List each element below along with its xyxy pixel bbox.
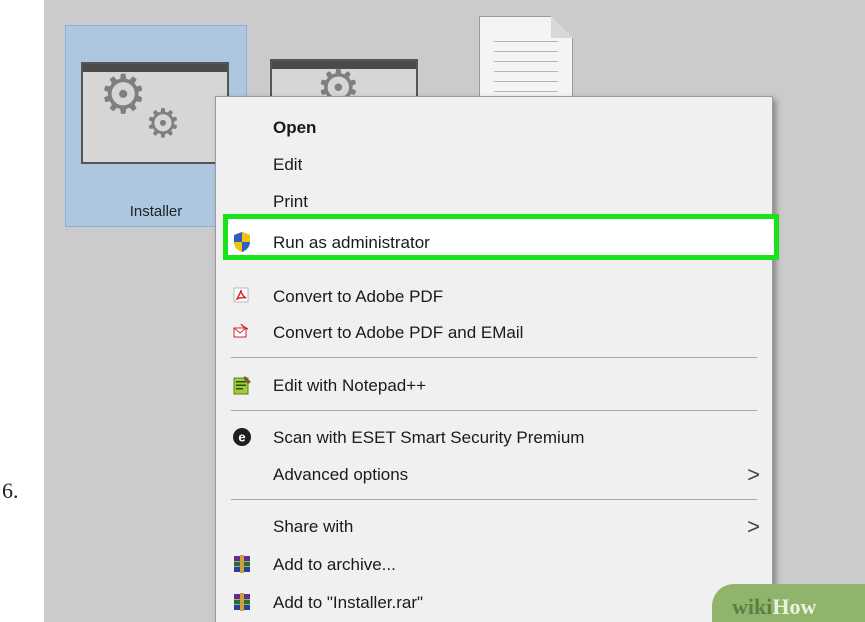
menu-item-advanced-options[interactable]: Advanced options > bbox=[216, 458, 772, 492]
menu-item-label: Open bbox=[273, 118, 317, 137]
menu-item-label: Share with bbox=[273, 517, 354, 536]
adobe-pdf-email-icon bbox=[232, 322, 252, 342]
document-icon[interactable] bbox=[479, 16, 573, 102]
menu-item-label: Print bbox=[273, 192, 308, 211]
menu-item-label: Add to "Installer.rar" bbox=[273, 593, 424, 612]
gear-icon: ⚙ bbox=[99, 65, 148, 125]
menu-item-convert-to-adobe-pdf[interactable]: Convert to Adobe PDF bbox=[216, 280, 772, 314]
menu-item-label: Run as administrator bbox=[273, 233, 430, 252]
watermark-wiki: wiki bbox=[732, 594, 773, 619]
menu-item-label: Edit with Notepad++ bbox=[273, 376, 427, 395]
menu-item-open[interactable]: Open bbox=[216, 111, 772, 145]
winrar-icon bbox=[232, 554, 252, 574]
menu-separator bbox=[231, 499, 757, 500]
menu-item-label: Scan with ESET Smart Security Premium bbox=[273, 428, 585, 447]
svg-text:e: e bbox=[238, 430, 245, 445]
eset-icon: e bbox=[232, 427, 252, 447]
menu-item-label: Advanced options bbox=[273, 465, 409, 484]
menu-item-label: Convert to Adobe PDF and EMail bbox=[273, 323, 524, 342]
menu-separator bbox=[231, 357, 757, 358]
chevron-right-icon: > bbox=[747, 514, 760, 539]
menu-item-label: Edit bbox=[273, 155, 303, 174]
notepad-plus-plus-icon bbox=[232, 375, 252, 395]
menu-item-scan-with-eset[interactable]: e Scan with ESET Smart Security Premium bbox=[216, 421, 772, 455]
context-menu: Open Edit Print Run as administrator Con… bbox=[215, 96, 779, 622]
menu-item-label: Add to archive... bbox=[273, 555, 396, 574]
uac-shield-icon bbox=[232, 231, 252, 252]
menu-separator bbox=[231, 410, 757, 411]
menu-item-run-as-administrator[interactable]: Run as administrator bbox=[216, 225, 772, 259]
menu-item-add-to-installer-rar[interactable]: Add to "Installer.rar" bbox=[216, 586, 772, 620]
explorer-window: ⚙ ⚙ Installer ⚙ Open Edit Print Run as a… bbox=[44, 0, 865, 622]
gear-icon: ⚙ bbox=[145, 102, 181, 146]
step-number: 6. bbox=[2, 478, 19, 503]
menu-item-share-with[interactable]: Share with > bbox=[216, 510, 772, 544]
chevron-right-icon: > bbox=[747, 462, 760, 487]
wikihow-watermark: wikiHow bbox=[712, 584, 865, 622]
menu-item-add-to-archive[interactable]: Add to archive... bbox=[216, 548, 772, 582]
menu-item-label: Convert to Adobe PDF bbox=[273, 287, 444, 306]
menu-item-convert-to-adobe-pdf-and-email[interactable]: Convert to Adobe PDF and EMail bbox=[216, 316, 772, 350]
winrar-icon bbox=[232, 592, 252, 612]
menu-item-edit-with-notepad-plus-plus[interactable]: Edit with Notepad++ bbox=[216, 369, 772, 403]
adobe-pdf-icon bbox=[232, 286, 252, 306]
window-thumbnail: ⚙ ⚙ bbox=[81, 62, 229, 164]
watermark-how: How bbox=[772, 594, 817, 619]
menu-item-edit[interactable]: Edit bbox=[216, 148, 772, 182]
